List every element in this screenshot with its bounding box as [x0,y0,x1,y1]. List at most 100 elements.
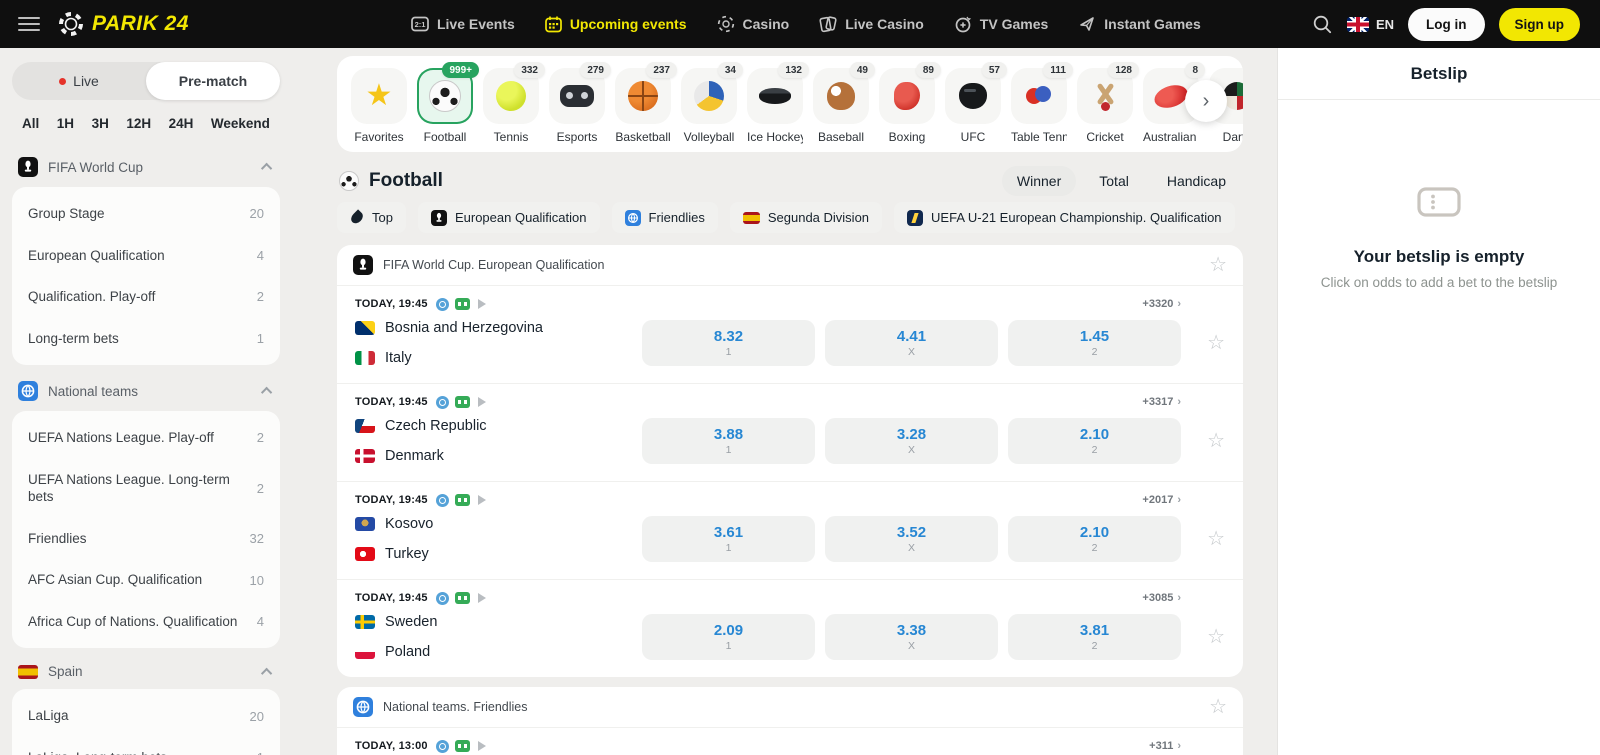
league-header[interactable]: National teams. Friendlies ☆ [337,687,1243,727]
sidebar-item-european-qualification[interactable]: European Qualification 4 [12,235,280,277]
hockey-puck-icon [759,88,791,104]
logo[interactable]: PARIK 24 [58,11,189,37]
chip-label: UEFA U-21 European Championship. Qualifi… [931,210,1222,225]
sidebar-item-laliga-longterm[interactable]: LaLiga. Long-term bets 1 [12,737,280,755]
match-time: TODAY, 13:00 [355,740,428,752]
favorite-star-icon[interactable]: ☆ [1207,529,1225,549]
favorite-star-icon[interactable]: ☆ [1207,333,1225,353]
sport-label: Cricket [1077,130,1133,144]
teams[interactable]: Kosovo Turkey [355,509,642,569]
sport-table-tennis[interactable]: 111 Table Tennis [1011,68,1067,144]
sports-scroll-right-button[interactable]: › [1185,80,1227,122]
favorite-star-icon[interactable]: ☆ [1209,697,1227,717]
more-markets-link[interactable]: +311 [1149,740,1181,752]
login-button[interactable]: Log in [1408,8,1485,41]
time-filter-weekend[interactable]: Weekend [211,116,270,131]
sidebar-item-qualification-playoff[interactable]: Qualification. Play-off 2 [12,276,280,318]
sidebar-section-national-teams[interactable]: National teams [12,373,280,411]
sidebar-item-uefa-nations-longterm[interactable]: UEFA Nations League. Long-term bets 2 [12,459,280,518]
sport-football[interactable]: 999+ Football [417,68,473,144]
sport-volleyball[interactable]: 34 Volleyball [681,68,737,144]
football-icon [339,171,359,191]
market-tab-winner[interactable]: Winner [1002,166,1076,196]
sport-favorites[interactable]: ★ Favorites [351,68,407,144]
more-markets-link[interactable]: +3085 [1142,592,1181,604]
nav-casino[interactable]: Casino [717,15,790,33]
odd-button-1[interactable]: 3.611 [642,516,815,562]
favorite-star-icon[interactable]: ☆ [1209,255,1227,275]
chip-uefa-u21[interactable]: UEFA U-21 European Championship. Qualifi… [894,202,1235,233]
odd-button-x[interactable]: 3.52X [825,516,998,562]
home-team: Czech Republic [385,418,487,434]
menu-icon[interactable] [18,17,40,31]
odd-button-x[interactable]: 3.28X [825,418,998,464]
sport-basketball[interactable]: 237 Basketball [615,68,671,144]
nav-live-casino[interactable]: Live Casino [819,15,924,33]
language-selector[interactable]: EN [1347,17,1394,32]
sidebar-item-laliga[interactable]: LaLiga 20 [12,695,280,737]
nav-upcoming-events[interactable]: Upcoming events [545,16,687,33]
sport-cricket[interactable]: 128 Cricket [1077,68,1133,144]
odd-button-x[interactable]: 3.38X [825,614,998,660]
sidebar-section-spain[interactable]: Spain [12,656,280,689]
sport-ufc[interactable]: 57 UFC [945,68,1001,144]
primary-nav: 2:1 Live Events Upcoming events Casino [411,15,1201,33]
sport-esports[interactable]: 279 Esports [549,68,605,144]
more-markets-link[interactable]: +3320 [1142,298,1181,310]
odd-button-2[interactable]: 2.102 [1008,418,1181,464]
signup-button[interactable]: Sign up [1499,8,1581,41]
odd-button-1[interactable]: 3.881 [642,418,815,464]
sidebar-item-group-stage[interactable]: Group Stage 20 [12,193,280,235]
favorite-star-icon[interactable]: ☆ [1207,431,1225,451]
sidebar-item-long-term-bets[interactable]: Long-term bets 1 [12,318,280,360]
nav-live-events[interactable]: 2:1 Live Events [411,16,515,32]
sport-boxing[interactable]: 89 Boxing [879,68,935,144]
sidebar-section-fifa-world-cup[interactable]: FIFA World Cup [12,149,280,187]
more-markets-link[interactable]: +3317 [1142,396,1181,408]
chip-label: Segunda Division [768,210,869,225]
sidebar-item-afc-asian-cup[interactable]: AFC Asian Cup. Qualification 10 [12,559,280,601]
sidebar-item-friendlies[interactable]: Friendlies 32 [12,518,280,560]
nav-instant-games[interactable]: Instant Games [1078,15,1200,33]
spain-flag-icon [743,212,760,224]
toggle-live[interactable]: Live [12,62,146,100]
chip-top[interactable]: Top [337,202,406,233]
globe-icon [625,210,641,226]
sidebar-item-africa-cup[interactable]: Africa Cup of Nations. Qualification 4 [12,601,280,643]
search-icon[interactable] [1312,14,1333,35]
time-filter-3h[interactable]: 3H [92,116,109,131]
odd-button-1[interactable]: 2.091 [642,614,815,660]
chip-segunda-division[interactable]: Segunda Division [730,202,882,233]
teams[interactable]: Czech Republic Denmark [355,411,642,471]
item-count: 2 [257,481,264,496]
odd-button-2[interactable]: 1.452 [1008,320,1181,366]
sidebar-item-uefa-nations-playoff[interactable]: UEFA Nations League. Play-off 2 [12,417,280,459]
market-tab-total[interactable]: Total [1084,166,1144,196]
odd-button-2[interactable]: 2.102 [1008,516,1181,562]
calendar-icon [545,16,562,33]
time-filter-all[interactable]: All [22,116,39,131]
odd-button-1[interactable]: 8.321 [642,320,815,366]
teams[interactable]: Bosnia and Herzegovina Italy [355,313,642,373]
chip-friendlies[interactable]: Friendlies [612,202,718,233]
sport-ice-hockey[interactable]: 132 Ice Hockey [747,68,803,144]
betslip-empty-title: Your betslip is empty [1278,247,1600,267]
market-tab-handicap[interactable]: Handicap [1152,166,1241,196]
chip-european-qualification[interactable]: European Qualification [418,202,600,233]
favorite-star-icon[interactable]: ☆ [1207,627,1225,647]
teams[interactable]: Sweden Poland [355,607,642,667]
more-markets-link[interactable]: +2017 [1142,494,1181,506]
nav-tv-games[interactable]: TV Games [954,15,1048,33]
sport-tennis[interactable]: 332 Tennis [483,68,539,144]
league-header[interactable]: FIFA World Cup. European Qualification ☆ [337,245,1243,285]
sweden-flag-icon [355,615,375,629]
league-card-national-teams-friendlies: National teams. Friendlies ☆ TODAY, 13:0… [337,687,1243,755]
time-filter-24h[interactable]: 24H [169,116,194,131]
sport-baseball[interactable]: 49 Baseball [813,68,869,144]
time-filter-1h[interactable]: 1H [57,116,74,131]
away-team: Turkey [385,546,429,562]
odd-button-2[interactable]: 3.812 [1008,614,1181,660]
time-filter-12h[interactable]: 12H [126,116,151,131]
toggle-prematch[interactable]: Pre-match [146,62,280,100]
odd-button-x[interactable]: 4.41X [825,320,998,366]
